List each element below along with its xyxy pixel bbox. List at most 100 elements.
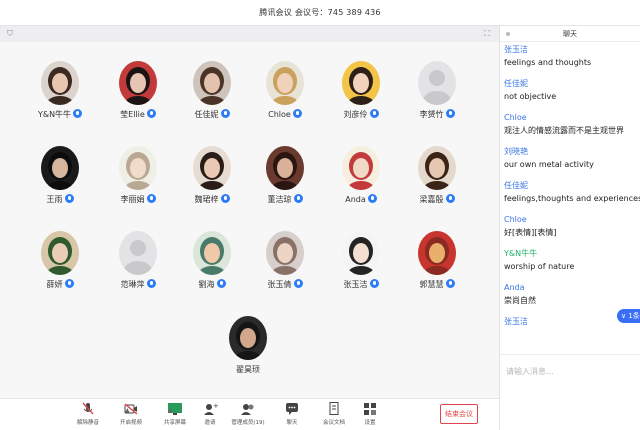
microphone-icon [369, 109, 379, 118]
participant-tile[interactable]: 王雨 [20, 146, 100, 216]
participant-avatar [193, 146, 231, 190]
meeting-window: 腾讯会议 会议号：745 389 436 ⛉ ⛶ Y&N牛牛 莹Ellie 任佳妮 C… [0, 0, 640, 430]
participant-name: 郭慧慧 [397, 279, 477, 290]
participant-name-text: 张玉倩 [267, 280, 292, 289]
microphone-icon [369, 279, 379, 288]
participant-name: 李丽娟 [98, 194, 178, 205]
participant-tile[interactable]: Chloe [245, 61, 325, 131]
chat-menu-icon[interactable] [506, 32, 510, 36]
participant-name-text: 郭慧慧 [419, 280, 444, 289]
chat-message-text: worship of nature [504, 262, 575, 271]
chat-sender: Chloe [504, 215, 527, 224]
chat-title: 聊天 [563, 30, 577, 38]
toolbar-button-label: 开启视频 [119, 420, 142, 426]
microphone-icon [445, 279, 455, 288]
toolbar-button[interactable]: 开启视频 [111, 402, 151, 430]
settings-icon [350, 402, 390, 416]
end-meeting-button[interactable]: 结束会议 [440, 404, 478, 424]
toolbar-button[interactable]: 会议文档 [314, 402, 354, 430]
chat-message-text: 观注人的情感流露而不是主观世界 [504, 126, 624, 135]
chat-message-text: not objective [504, 92, 557, 101]
participant-tile[interactable]: 魏珺梓 [172, 146, 252, 216]
participant-avatar [418, 231, 456, 275]
participant-name-text: 劉海 [198, 280, 215, 289]
microphone-icon [146, 109, 156, 118]
toolbar-button[interactable]: + 邀请 [190, 402, 230, 430]
video-options-caret[interactable]: ▲ [168, 407, 173, 414]
audio-options-caret[interactable]: ▲ [125, 407, 130, 414]
svg-text:+: + [213, 402, 218, 410]
participant-tile[interactable]: 郭慧慧 [397, 231, 477, 301]
participant-name: 范琳萍 [98, 279, 178, 290]
participant-tile[interactable]: 翟昊顼 [208, 316, 288, 386]
participant-tile[interactable]: 董洁琼 [245, 146, 325, 216]
chat-sender: 任佳妮 [504, 181, 528, 190]
participant-name-text: 王雨 [46, 195, 63, 204]
toolbar-button[interactable]: 解除静音 [68, 402, 108, 430]
chat-header: 聊天 [500, 26, 640, 42]
participant-tile[interactable]: 范琳萍 [98, 231, 178, 301]
participant-tile[interactable]: 刘彦伶 [321, 61, 401, 131]
toolbar-button[interactable]: 管理成员(19) [228, 402, 268, 430]
new-message-badge[interactable]: ∨ 1条 [617, 309, 640, 323]
participant-avatar [266, 61, 304, 105]
chat-sender: 张玉洁 [504, 45, 528, 54]
microphone-icon [367, 194, 377, 203]
screen-share-icon [155, 402, 195, 416]
participant-avatar [41, 146, 79, 190]
microphone-icon [64, 279, 74, 288]
toolbar-button[interactable]: 设置 [350, 402, 390, 430]
toolbar-button-label: 解除静音 [76, 420, 99, 426]
participant-name-text: Anda [345, 195, 366, 204]
chat-message-text: 好[表情][表情] [504, 228, 557, 237]
participant-tile[interactable]: 莹Ellie [98, 61, 178, 131]
participant-name-text: 董洁琼 [267, 195, 292, 204]
toolbar-button[interactable]: 共享屏幕 [155, 402, 195, 430]
participant-name: Anda [321, 194, 401, 204]
participant-name: 劉海 [172, 279, 252, 290]
chat-message-list[interactable]: 张玉洁 feelings and thoughts 任佳妮 not objective… [504, 44, 640, 350]
chat-message-text: feelings and thoughts [504, 58, 592, 67]
chat-panel: 聊天 张玉洁 feelings and thoughts 任佳妮 not object… [499, 26, 640, 430]
participant-tile[interactable]: 劉海 [172, 231, 252, 301]
participant-avatar [119, 61, 157, 105]
chat-sender: Y&N牛牛 [504, 249, 538, 258]
video-grid: ⛉ ⛶ Y&N牛牛 莹Ellie 任佳妮 Chloe 刘彦伶 李赟竹王雨 李丽娟 魏珺梓 董洁琼… [0, 26, 499, 398]
chat-input[interactable] [506, 367, 626, 376]
invite-icon: + [190, 402, 230, 416]
microphone-icon [292, 109, 302, 118]
participant-tile[interactable]: 李赟竹 [397, 61, 477, 131]
participant-name: 王雨 [20, 194, 100, 205]
shield-icon[interactable]: ⛉ [5, 29, 15, 39]
participant-name: 莹Ellie [98, 109, 178, 120]
participant-avatar [41, 231, 79, 275]
participant-tile[interactable]: Y&N牛牛 [20, 61, 100, 131]
toolbar-button-label: 聊天 [286, 420, 298, 426]
participant-tile[interactable]: 张玉倩 [245, 231, 325, 301]
toolbar-button[interactable]: 聊天 [272, 402, 312, 430]
participant-avatar [119, 231, 157, 275]
participant-tile[interactable]: Anda [321, 146, 401, 216]
chat-sender: Chloe [504, 113, 527, 122]
participant-name: 魏珺梓 [172, 194, 252, 205]
participant-avatar [266, 146, 304, 190]
participant-tile[interactable]: 梁嘉殷 [397, 146, 477, 216]
stage-toolbar: ⛉ ⛶ [0, 26, 499, 42]
chat-input-area [500, 354, 640, 430]
participant-avatar [119, 146, 157, 190]
participant-avatar [193, 61, 231, 105]
toolbar-button-label: 管理成员(19) [231, 420, 265, 426]
participant-name: 薛妍 [20, 279, 100, 290]
participant-tile[interactable]: 张玉洁 [321, 231, 401, 301]
participant-tile[interactable]: 李丽娟 [98, 146, 178, 216]
microphone-icon [445, 109, 455, 118]
participant-tile[interactable]: 任佳妮 [172, 61, 252, 131]
participant-name-text: 魏珺梓 [194, 195, 219, 204]
participant-name: 董洁琼 [245, 194, 325, 205]
participant-name-text: 翟昊顼 [236, 365, 260, 374]
participant-avatar [41, 61, 79, 105]
fullscreen-icon[interactable]: ⛶ [482, 29, 492, 39]
participant-name-text: 莹Ellie [120, 110, 145, 119]
participant-tile[interactable]: 薛妍 [20, 231, 100, 301]
participant-name-text: 薛妍 [46, 280, 63, 289]
